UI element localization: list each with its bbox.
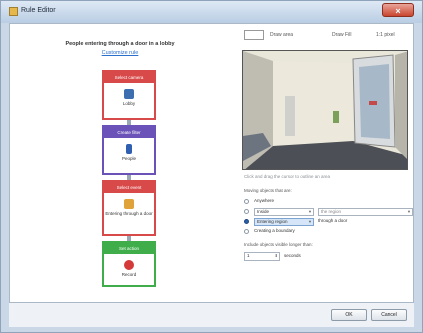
option-anywhere[interactable]: Anywhere [244, 198, 404, 206]
duration-stepper[interactable]: 1 ⬍ [244, 252, 280, 261]
flow-block-action[interactable]: Set action Record [102, 241, 156, 287]
chevron-down-icon: ▼ [308, 219, 312, 224]
flow-block-filter[interactable]: Create filter People [102, 125, 156, 175]
window-title: Rule Editor [21, 7, 56, 14]
option-suffix: through a door [318, 218, 348, 223]
radio-anywhere[interactable] [244, 199, 249, 204]
entering-dropdown[interactable]: Entering region ▼ [254, 218, 314, 226]
record-icon [124, 260, 134, 270]
option-inside[interactable]: Inside ▼ the region ▼ [244, 208, 414, 216]
rule-title: People entering through a door in a lobb… [65, 41, 175, 47]
close-button[interactable]: × [382, 3, 414, 17]
camera-preview[interactable] [242, 50, 408, 170]
radio-entering[interactable] [244, 219, 249, 224]
block-label: Entering through a door [105, 211, 153, 216]
radio-boundary[interactable] [244, 229, 249, 234]
button-bar: OK Cancel [9, 303, 414, 327]
block-header: Set action [104, 243, 154, 254]
duration-value: 1 [247, 253, 250, 258]
block-label: Record [121, 272, 137, 277]
moving-objects-label: Moving objects that are: [244, 188, 292, 193]
ok-button[interactable]: OK [331, 309, 367, 321]
option-boundary[interactable]: Creating a boundary [244, 228, 404, 236]
block-label: Lobby [122, 101, 136, 106]
rule-editor-window: Rule Editor × People entering through a … [0, 0, 423, 333]
dialog-content: People entering through a door in a lobb… [9, 23, 414, 303]
person-icon [126, 144, 132, 154]
app-icon [9, 7, 18, 16]
draw-area-label[interactable]: Draw area [270, 32, 293, 38]
door-icon [124, 199, 134, 209]
block-header: Select event [104, 182, 154, 193]
title-bar[interactable]: Rule Editor × [1, 1, 422, 23]
duration-unit: seconds [284, 253, 301, 258]
chevron-down-icon: ▼ [407, 209, 411, 214]
block-header: Select camera [104, 72, 154, 83]
dropdown-value: the region [321, 209, 342, 214]
draw-mode-dropdown[interactable]: Draw Fill [332, 32, 351, 38]
camera-icon [124, 89, 134, 99]
inside-dropdown[interactable]: Inside ▼ [254, 208, 314, 216]
block-header: Create filter [104, 127, 154, 138]
option-label: Anywhere [254, 198, 275, 203]
option-entering[interactable]: Entering region ▼ through a door [244, 218, 414, 226]
color-swatch[interactable] [244, 30, 264, 40]
dropdown-value: Inside [257, 209, 270, 214]
dropdown-value: Entering region [257, 219, 288, 224]
option-label: Creating a boundary [254, 228, 295, 233]
customize-rule-link[interactable]: Customize rule [40, 50, 200, 56]
zoom-dropdown[interactable]: 1:1 pixel [376, 32, 395, 38]
flow-block-camera[interactable]: Select camera Lobby [102, 70, 156, 120]
lobby-scene-image [243, 51, 407, 169]
stepper-icon: ⬍ [274, 253, 278, 258]
region-dropdown[interactable]: the region ▼ [318, 208, 413, 216]
cancel-button[interactable]: Cancel [371, 309, 407, 321]
duration-row: 1 ⬍ seconds [244, 252, 364, 262]
visible-longer-label: Include objects visible longer than: [244, 242, 313, 247]
radio-inside[interactable] [244, 209, 249, 214]
chevron-down-icon: ▼ [308, 209, 312, 214]
preview-caption: Click and drag the cursor to outline an … [244, 174, 331, 179]
block-label: People [121, 156, 136, 161]
flow-block-event[interactable]: Select event Entering through a door [102, 180, 156, 236]
